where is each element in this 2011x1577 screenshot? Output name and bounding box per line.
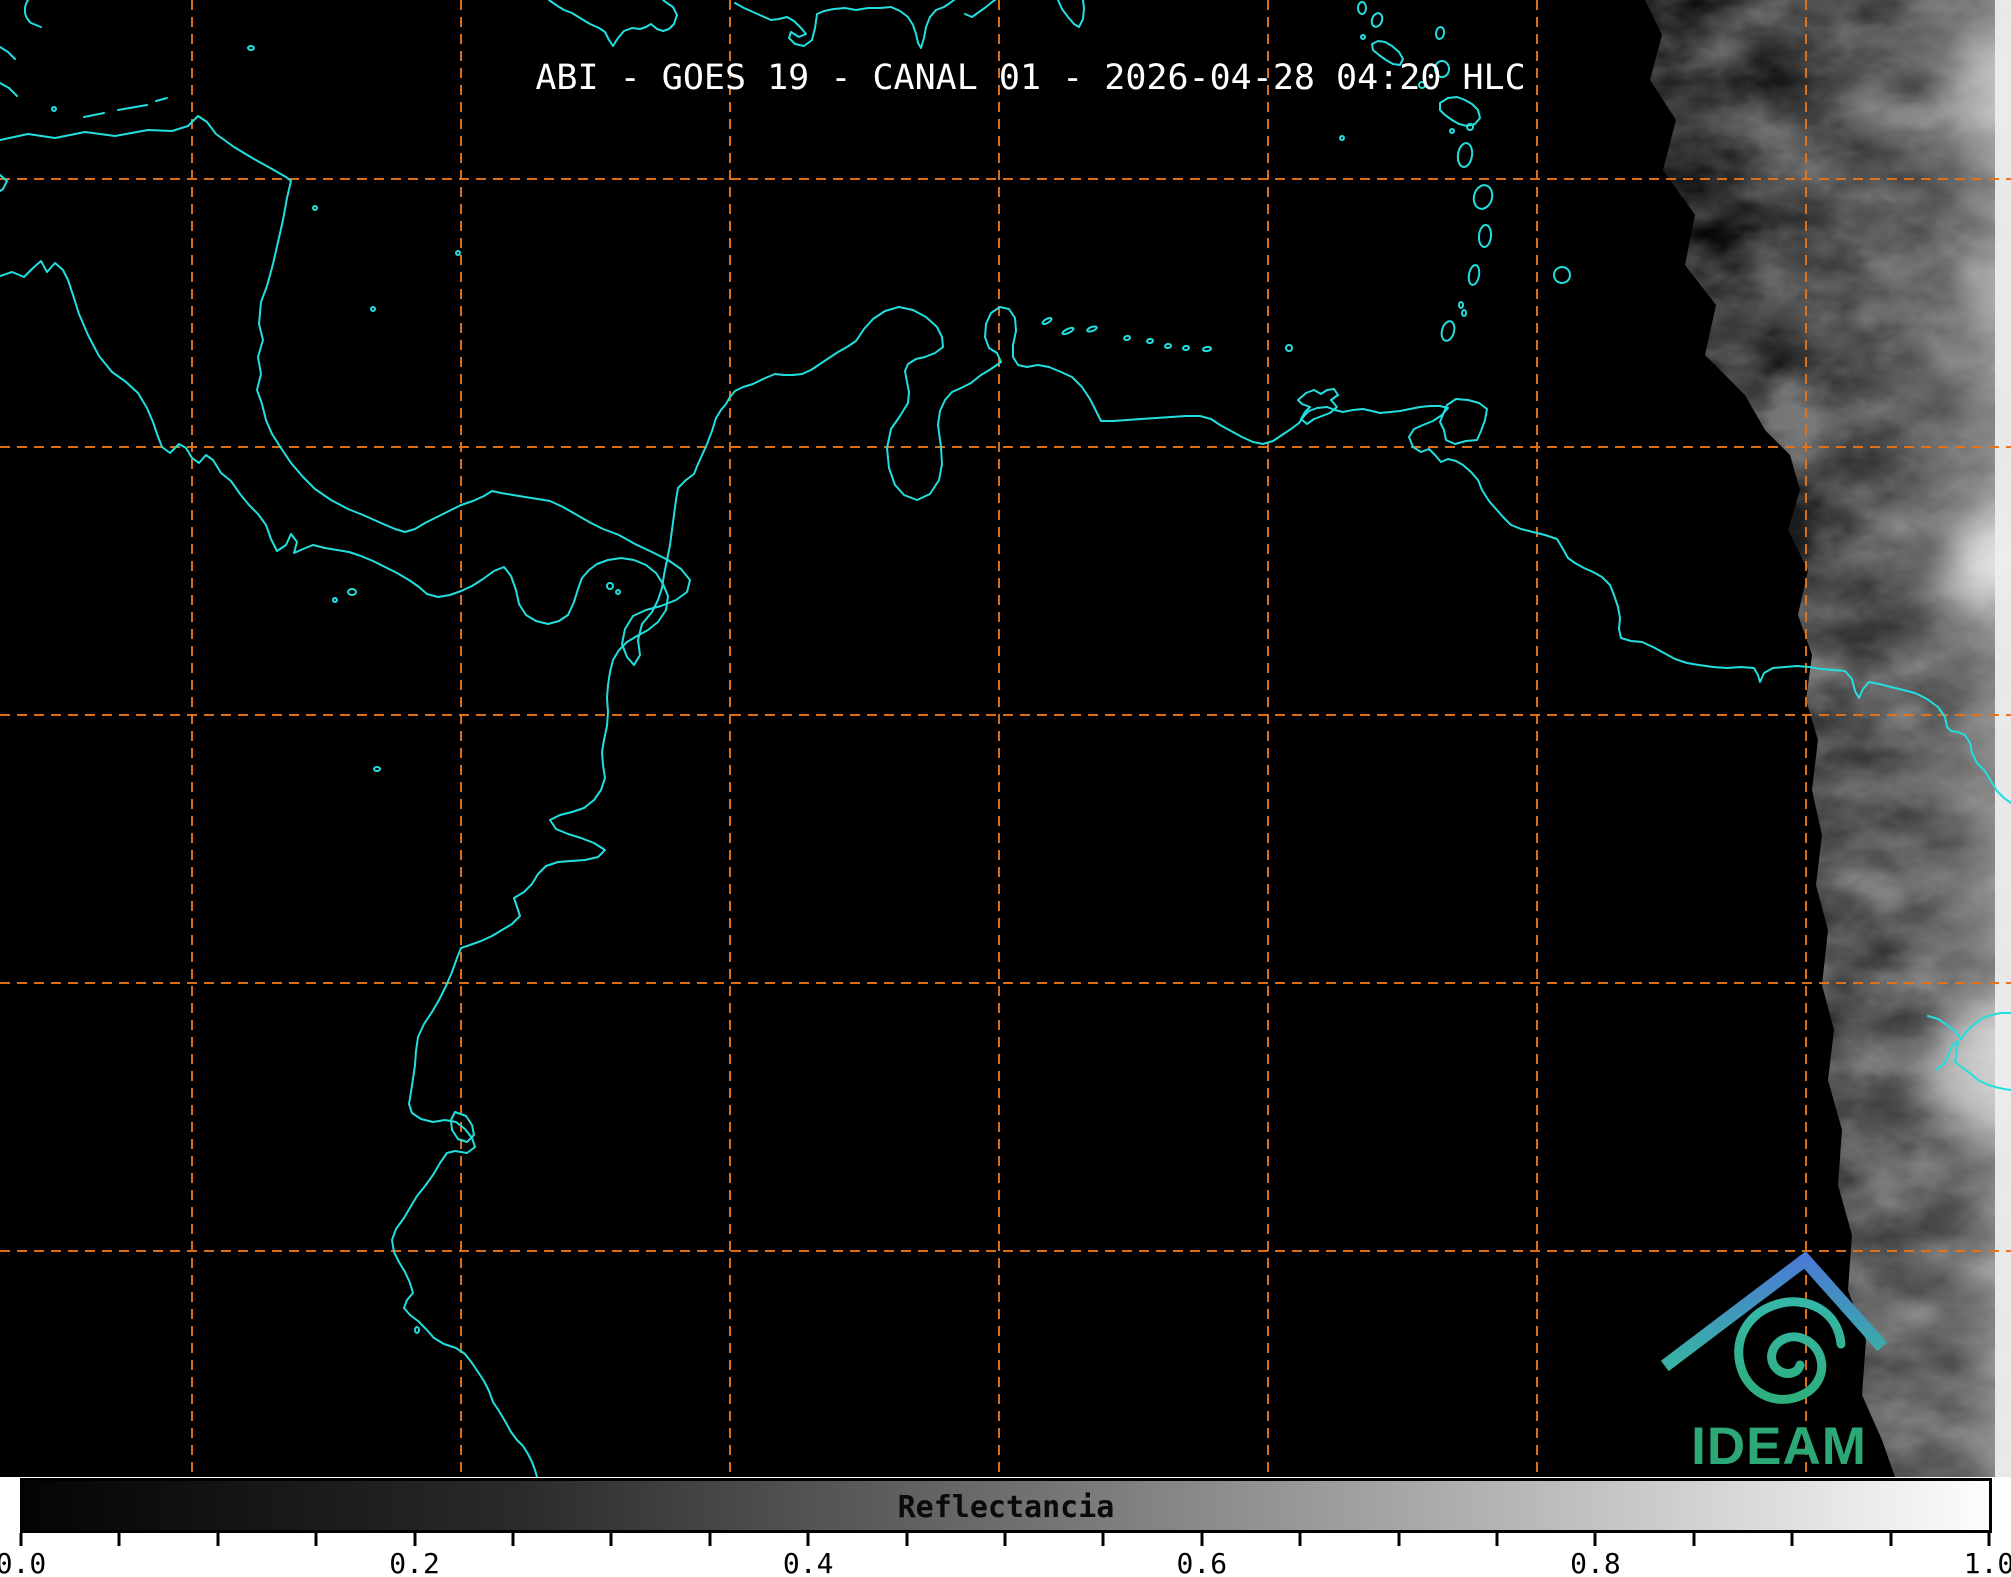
colorbar-tick — [609, 1533, 613, 1546]
island-outline — [1456, 142, 1474, 168]
colorbar-tick — [1987, 1533, 1991, 1546]
colorbar-tick — [1003, 1533, 1007, 1546]
coastline — [117, 104, 148, 111]
coastline — [1057, 0, 1085, 28]
island-outline — [1360, 34, 1366, 40]
colorbar-strip: Reflectancia 0.0 0.2 0.4 0.6 0.8 1.0 — [0, 1477, 2011, 1577]
island-outline — [1182, 344, 1190, 352]
colorbar-tick — [19, 1533, 23, 1546]
satellite-map: IDEAM — [0, 0, 2011, 1478]
island-outline — [51, 106, 57, 112]
island-outline — [1339, 135, 1345, 141]
island-outline — [332, 597, 338, 603]
colorbar-tick-label: 0.4 — [782, 1547, 834, 1577]
island-outline — [1472, 184, 1494, 210]
colorbar-tick — [1397, 1533, 1401, 1546]
island-outline — [312, 205, 318, 211]
limb-bright-edge — [1995, 0, 2011, 1477]
ideam-logo-text: IDEAM — [1691, 1417, 1867, 1476]
colorbar-tick — [314, 1533, 318, 1546]
island-outline — [1041, 316, 1053, 326]
colorbar-tick — [1889, 1533, 1893, 1546]
coastline — [0, 174, 8, 192]
island-outline — [370, 306, 376, 312]
coastline — [1439, 398, 1488, 445]
colorbar-tick — [216, 1533, 220, 1546]
colorbar-tick-labels: 0.0 0.2 0.4 0.6 0.8 1.0 — [0, 1547, 2011, 1577]
island-outline — [1164, 342, 1172, 350]
colorbar-tick — [117, 1533, 121, 1546]
island-outline — [606, 582, 614, 590]
island-outline — [1357, 1, 1367, 15]
colorbar-label: Reflectancia — [897, 1490, 1115, 1525]
colorbar-gradient: Reflectancia — [20, 1478, 1992, 1533]
colorbar-tick — [708, 1533, 712, 1546]
island-outline — [1458, 301, 1464, 309]
island-outline — [373, 766, 381, 772]
island-outline — [1477, 224, 1493, 248]
island-outline — [455, 250, 461, 256]
coastline — [964, 0, 996, 18]
colorbar-tick — [1200, 1533, 1204, 1546]
colorbar-tick — [1298, 1533, 1302, 1546]
colorbar-tick-label: 0.6 — [1176, 1547, 1228, 1577]
island-outline — [1146, 337, 1154, 345]
island-outline — [347, 588, 357, 596]
colorbar-tick — [1790, 1533, 1794, 1546]
island-outline — [615, 589, 621, 595]
colorbar-tick — [1495, 1533, 1499, 1546]
island-outline — [1061, 326, 1075, 336]
colorbar-tick — [1101, 1533, 1105, 1546]
coastline — [1297, 388, 1339, 425]
colorbar-tick — [806, 1533, 810, 1546]
colorbar-tick — [511, 1533, 515, 1546]
island-outline — [1434, 26, 1446, 40]
island-outline — [1202, 345, 1212, 353]
colorbar-tick-label: 0.8 — [1570, 1547, 1621, 1577]
island-outline — [1467, 264, 1481, 286]
cloud-texture — [1645, 0, 2011, 1477]
coastline — [0, 260, 669, 1478]
island-outline — [1285, 344, 1293, 352]
coastline — [155, 97, 168, 102]
coastline — [1439, 96, 1481, 127]
island-outline — [1461, 309, 1467, 317]
coastline — [0, 46, 16, 60]
ideam-logo: IDEAM — [1660, 1251, 1888, 1476]
colorbar-tick — [1593, 1533, 1597, 1546]
island-outline — [1440, 320, 1456, 342]
colorbar-ticks — [19, 1533, 1991, 1547]
island-outline — [1553, 266, 1571, 284]
terminator-daylight-region — [1645, 0, 2011, 1477]
island-outline — [1086, 325, 1098, 333]
coastline — [83, 112, 105, 118]
image-title: ABI - GOES 19 - CANAL 01 - 2026-04-28 04… — [535, 58, 1526, 98]
coastline — [734, 0, 955, 49]
island-outline — [1123, 334, 1131, 342]
colorbar-tick-label: 0.2 — [389, 1547, 440, 1577]
colorbar-tick-label: 0.0 — [0, 1547, 47, 1577]
island-outline — [247, 45, 255, 51]
storm-spiral-icon — [1734, 1297, 1846, 1404]
colorbar-tick — [905, 1533, 909, 1546]
colorbar-tick — [1692, 1533, 1696, 1546]
colorbar-tick — [413, 1533, 417, 1546]
island-outline — [1466, 123, 1474, 131]
island-outline — [414, 1326, 420, 1334]
satellite-image-viewer: IDEAM ABI - GOES 19 - CANAL 01 - 2026-04… — [0, 0, 2011, 1577]
coastline — [23, 0, 42, 28]
island-outline — [1370, 12, 1384, 28]
island-outline — [1449, 128, 1455, 134]
coastline — [548, 0, 678, 47]
colorbar-tick-label: 1.0 — [1963, 1547, 2011, 1577]
coastline — [0, 82, 18, 97]
